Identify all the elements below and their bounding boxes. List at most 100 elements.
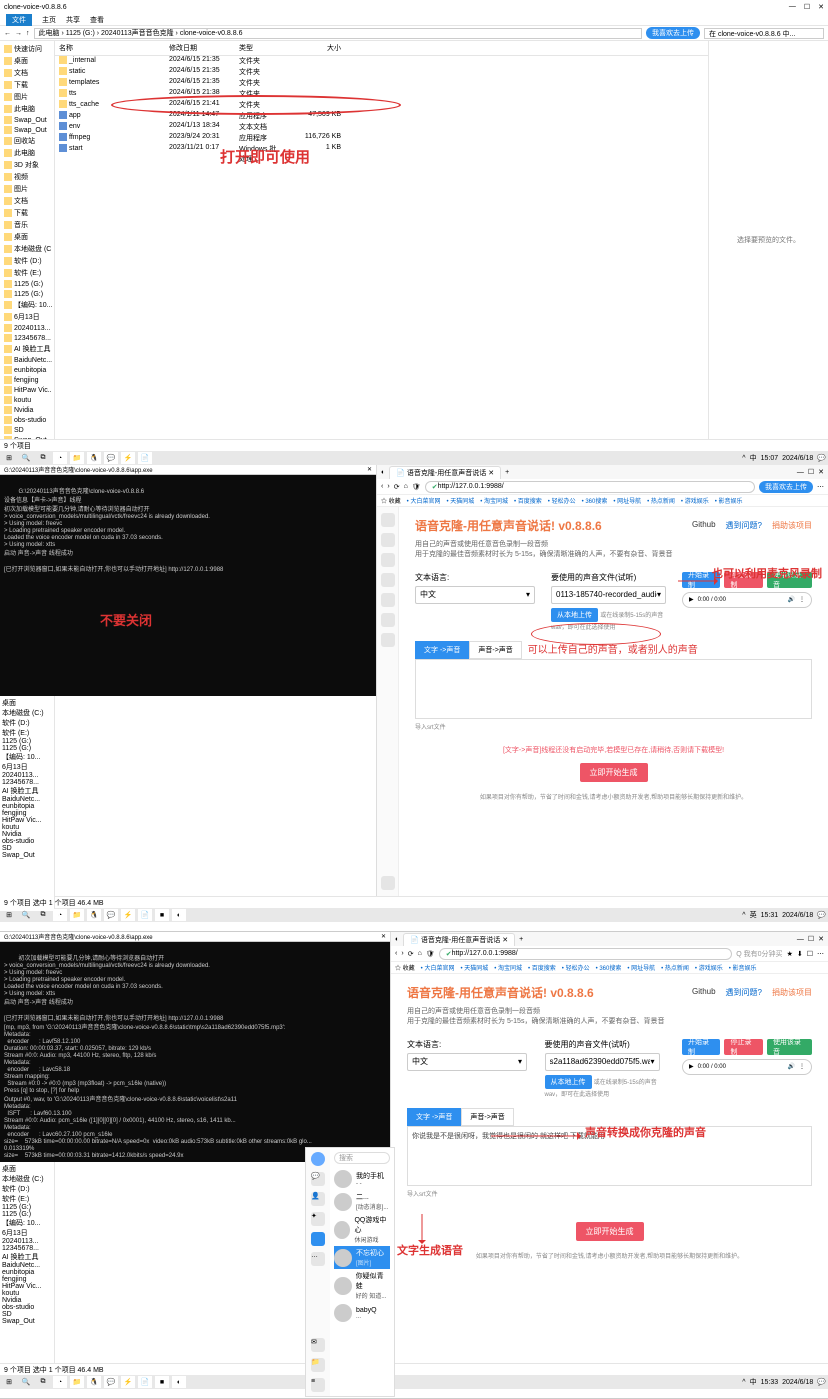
tree-item[interactable]: 3D 对象: [2, 159, 52, 171]
bookmark-link[interactable]: • 轻松办公: [562, 963, 590, 972]
tree-item[interactable]: 12345678...: [2, 779, 52, 786]
tree-item[interactable]: Swap_Out: [2, 125, 52, 135]
new-tab-icon[interactable]: +: [519, 936, 523, 943]
app-icon[interactable]: 💬: [104, 909, 118, 921]
task-view-icon[interactable]: ⧉: [36, 909, 50, 921]
tree-item[interactable]: 12345678...: [2, 1245, 52, 1252]
tree-item[interactable]: eunbitopia: [2, 365, 52, 375]
cloud-upload-button[interactable]: 我喜欢去上传: [759, 481, 813, 493]
play-icon[interactable]: ▶: [689, 596, 694, 603]
maximize-icon[interactable]: ☐: [804, 3, 810, 11]
tree-item[interactable]: obs-studio: [2, 838, 52, 845]
bookmark-link[interactable]: • 大白菜官网: [421, 963, 455, 972]
tree-item[interactable]: 1125 (G:): [2, 279, 52, 289]
contacts-icon[interactable]: 👤: [311, 1192, 325, 1206]
tree-item[interactable]: Nvidia: [2, 831, 52, 838]
ribbon-file[interactable]: 文件: [6, 14, 32, 26]
bookmark-link[interactable]: • 轻松办公: [548, 496, 576, 505]
audio-select[interactable]: 0113-185740-recorded_audio.w▾: [551, 586, 666, 604]
upload-button[interactable]: 从本地上传: [545, 1075, 592, 1089]
bookmark-bar[interactable]: ☆ 收藏• 大白菜官网• 天猫同城• 淘宝同城• 百度搜索• 轻松办公• 360…: [391, 962, 828, 974]
search-input[interactable]: 在 clone-voice-v0.8.8.6 中...: [704, 28, 824, 39]
explorer-icon[interactable]: 📁: [70, 452, 84, 464]
tree-item[interactable]: SD: [2, 425, 52, 435]
tree-item[interactable]: obs-studio: [2, 1304, 52, 1311]
file-row[interactable]: static2024/6/15 21:35文件夹: [55, 67, 708, 78]
generate-button[interactable]: 立即开始生成: [576, 1222, 644, 1241]
tree-item[interactable]: 1125 (G:): [2, 1211, 52, 1218]
ribbon-view[interactable]: 查看: [90, 15, 104, 25]
col-size[interactable]: 大小: [285, 43, 345, 53]
donate-link[interactable]: 捐助该项目: [772, 520, 812, 531]
tree-item[interactable]: 20240113...: [2, 323, 52, 333]
audio-select[interactable]: s2a118ad62390edd075f5.wav▾: [545, 1053, 660, 1071]
task-view-icon[interactable]: ⧉: [36, 452, 50, 464]
donate-link[interactable]: 捐助该项目: [772, 987, 812, 998]
tree-item[interactable]: 桌面: [2, 231, 52, 243]
start-icon[interactable]: ⊞: [2, 452, 16, 464]
chrome-icon[interactable]: ◔: [53, 452, 67, 464]
avatar[interactable]: [311, 1152, 325, 1166]
tab-voice-to-voice[interactable]: 声音->声音: [461, 1108, 513, 1126]
tree-item[interactable]: 音乐: [2, 219, 52, 231]
nav-tree[interactable]: 快速访问桌面文档下载图片此电脑Swap_OutSwap_Out回收站此电脑3D …: [0, 41, 55, 439]
minimize-icon[interactable]: —: [789, 3, 796, 11]
tree-item[interactable]: koutu: [2, 395, 52, 405]
browser-tab[interactable]: 📄 语音克隆-用任意声音说话 ✕: [389, 466, 501, 479]
browser-tab[interactable]: 📄 语音克隆-用任意声音说话 ✕: [403, 933, 515, 946]
tree-item[interactable]: SD: [2, 845, 52, 852]
terminal[interactable]: 初次加载模型可能要几分钟,请耐心等待浏览器自动打开 > voice_conver…: [0, 942, 390, 1162]
text-input[interactable]: [415, 659, 812, 719]
tab-text-to-voice[interactable]: 文字 ->声音: [415, 641, 469, 659]
bookmark-link[interactable]: • 百度搜索: [528, 963, 556, 972]
tree-item[interactable]: 软件 (E:): [2, 1194, 52, 1204]
stop-record-button[interactable]: 停止录制: [724, 572, 762, 588]
tree-item[interactable]: 本地磁盘 (C:): [2, 708, 52, 718]
tree-item[interactable]: HitPaw Vic...: [2, 385, 52, 395]
tree-item[interactable]: koutu: [2, 1290, 52, 1297]
tree-item[interactable]: 1125 (G:): [2, 1204, 52, 1211]
audio-player[interactable]: ▶0:00 / 0:00🔊⋮: [682, 1059, 812, 1075]
ime-indicator[interactable]: 中: [750, 453, 757, 463]
bookmark-link[interactable]: • 网址导航: [627, 963, 655, 972]
col-date[interactable]: 修改日期: [165, 43, 235, 53]
tree-item[interactable]: 图片: [2, 91, 52, 103]
search-icon[interactable]: 🔍: [19, 909, 33, 921]
tree-item[interactable]: 本地磁盘 (C:): [2, 1174, 52, 1184]
search-hint[interactable]: Q 我有0分钟买: [736, 949, 782, 959]
maximize-icon[interactable]: ☐: [808, 935, 814, 943]
app-icon[interactable]: 💬: [104, 452, 118, 464]
nav-tree[interactable]: 桌面本地磁盘 (C:)软件 (D:)软件 (E:)1125 (G:)1125 (…: [0, 1162, 55, 1363]
ext-icon[interactable]: ⬇: [797, 950, 803, 958]
notification-icon[interactable]: 💬: [817, 911, 826, 919]
notification-icon[interactable]: 💬: [817, 1378, 826, 1386]
tree-item[interactable]: 桌面: [2, 698, 52, 708]
sidebar-icon[interactable]: [381, 553, 395, 567]
fwd-icon[interactable]: →: [15, 30, 22, 37]
app-icon[interactable]: ◔: [53, 1376, 67, 1388]
volume-icon[interactable]: 🔊: [788, 1063, 795, 1070]
qq-chat-list[interactable]: 搜索 我的手机- -二...[动态消息]...QQ游戏中心休闲游戏不忘初心[图片…: [330, 1148, 394, 1396]
tree-item[interactable]: Swap_Out: [2, 852, 52, 859]
menu-icon[interactable]: ≡: [311, 1378, 325, 1392]
tree-item[interactable]: 6月13日: [2, 762, 52, 772]
tree-item[interactable]: fengjing: [2, 375, 52, 385]
nav-tree[interactable]: 桌面本地磁盘 (C:)软件 (D:)软件 (E:)1125 (G:)1125 (…: [0, 696, 55, 911]
tree-item[interactable]: HitPaw Vic...: [2, 1283, 52, 1290]
qq-search[interactable]: 搜索: [334, 1152, 390, 1164]
taskbar[interactable]: ⊞ 🔍 ⧉ ◔ 📁 🐧 💬 ⚡ 📄 ■ ◐ ^ 英 15:31 2024/6/1…: [0, 908, 828, 922]
tree-item[interactable]: 文档: [2, 67, 52, 79]
bookmark-link[interactable]: • 360搜索: [582, 496, 608, 505]
bookmark-link[interactable]: • 百度搜索: [514, 496, 542, 505]
file-row[interactable]: start2023/11/21 0:17Windows 批处理...1 KB: [55, 144, 708, 165]
close-icon[interactable]: ✕: [818, 3, 824, 11]
tree-item[interactable]: 快速访问: [2, 43, 52, 55]
stop-record-button[interactable]: 停止录制: [724, 1039, 762, 1055]
fwd-icon[interactable]: ›: [401, 950, 403, 957]
tree-item[interactable]: 【编码: 10...: [2, 299, 52, 311]
clock-time[interactable]: 15:33: [761, 1379, 779, 1386]
tree-item[interactable]: 桌面: [2, 55, 52, 67]
play-icon[interactable]: ▶: [689, 1063, 694, 1070]
clock-time[interactable]: 15:07: [761, 455, 779, 462]
tree-item[interactable]: 此电脑: [2, 147, 52, 159]
